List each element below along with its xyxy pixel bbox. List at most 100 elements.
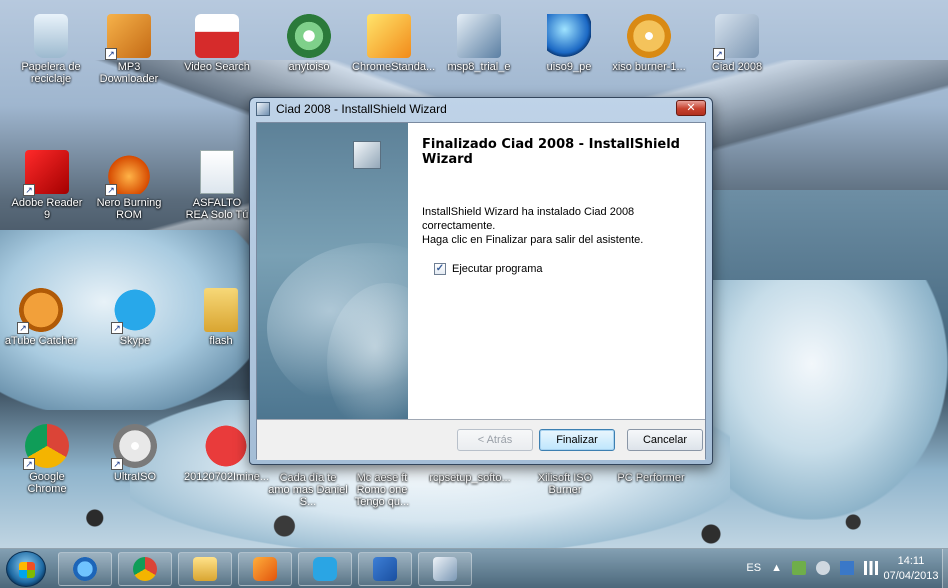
taskbar-word[interactable]	[358, 552, 412, 586]
wizard-content: Finalizado Ciad 2008 - InstallShield Wiz…	[408, 123, 705, 419]
desktop-icon-label: Ciad 2008	[711, 61, 763, 73]
desktop-icon-label: anytoiso	[288, 61, 330, 73]
run-program-option[interactable]: ✓ Ejecutar programa	[434, 263, 543, 275]
shortcut-arrow-icon: ↗	[105, 48, 117, 60]
desktop-icon-label: Skype	[119, 335, 151, 347]
taskbar-internet-explorer[interactable]	[58, 552, 112, 586]
desktop-icon-label: flash	[209, 335, 233, 347]
desktop-icon-google-chrome[interactable]: ↗ Google Chrome	[10, 424, 84, 495]
desktop-icon-label: uiso9_pe	[546, 61, 592, 73]
shortcut-arrow-icon: ↗	[17, 322, 29, 334]
desktop-icon-label: Video Search	[184, 61, 250, 73]
taskbar-clock[interactable]: 14:11 07/04/2013	[882, 554, 940, 584]
installshield-logo-icon	[353, 141, 381, 169]
nero-icon: ↗	[105, 150, 151, 196]
close-button[interactable]: ✕	[676, 100, 706, 116]
start-button[interactable]	[6, 551, 46, 587]
taskbar-media-player[interactable]	[238, 552, 292, 586]
wizard-button-bar: < Atrás Finalizar Cancelar	[257, 420, 705, 460]
desktop-icon-skype[interactable]: ↗ Skype	[98, 288, 172, 347]
desktop-icon-mp3-downloader[interactable]: ↗ MP3 Downloader	[92, 14, 166, 85]
folder-icon	[204, 288, 238, 332]
media-file-icon	[204, 424, 248, 468]
ultraiso-icon: ↗	[111, 424, 157, 470]
installshield-dialog: Ciad 2008 - InstallShield Wizard ✕ Final…	[249, 97, 713, 465]
youtube-icon	[195, 14, 239, 58]
message-line: InstallShield Wizard ha instalado Ciad 2…	[422, 206, 635, 232]
chrome-icon: ↗	[23, 424, 69, 470]
dialog-titlebar[interactable]: Ciad 2008 - InstallShield Wizard ✕	[250, 98, 712, 120]
desktop-icon-recycle-bin[interactable]: Papelera de reciclaje	[14, 14, 88, 85]
shortcut-arrow-icon: ↗	[105, 184, 117, 196]
language-indicator[interactable]: ES	[746, 562, 761, 574]
desktop-icon-nero[interactable]: ↗ Nero Burning ROM	[92, 150, 166, 221]
desktop-icon-atube-catcher[interactable]: ↗ aTube Catcher	[4, 288, 78, 347]
desktop-icon-adobe-reader[interactable]: ↗ Adobe Reader 9	[10, 150, 84, 221]
desktop-icon-label: rcpsetup_softo...	[429, 472, 511, 484]
clock-date: 07/04/2013	[883, 570, 939, 582]
taskbar-explorer[interactable]	[178, 552, 232, 586]
desktop-icon-chromestandalone[interactable]: ChromeStanda...	[352, 14, 436, 73]
cancel-button[interactable]: Cancelar	[627, 429, 703, 451]
desktop-icon-anytoiso[interactable]: anytoiso	[272, 14, 346, 73]
tray-expand-icon[interactable]: ▲	[771, 562, 782, 574]
installer-icon	[256, 102, 270, 116]
installer-icon	[433, 557, 457, 581]
desktop-icon-mc-aese[interactable]: Mc aese ft Romo one Tengo qu...	[346, 472, 418, 508]
shortcut-arrow-icon: ↗	[713, 48, 725, 60]
desktop-icon-label: Cada día te amo mas Daniel S...	[268, 472, 348, 508]
desktop-icon-cada-dia[interactable]: Cada día te amo mas Daniel S...	[268, 472, 348, 508]
desktop-icon-label: UltraISO	[113, 471, 157, 483]
desktop-icon-ultraiso[interactable]: ↗ UltraISO	[98, 424, 172, 483]
action-center-icon[interactable]	[840, 561, 854, 575]
run-program-label: Ejecutar programa	[452, 263, 543, 275]
desktop-icon-msp8-trial[interactable]: msp8_trial_e	[442, 14, 516, 73]
desktop-icon-label: Mc aese ft Romo one Tengo qu...	[354, 472, 410, 508]
desktop-icon-label: Xilisoft ISO Burner	[537, 472, 593, 496]
wizard-heading: Finalizado Ciad 2008 - InstallShield Wiz…	[422, 137, 680, 167]
cd-burner-icon	[627, 14, 671, 58]
desktop-icon-xiso-burner[interactable]: xiso burner-1...	[612, 14, 686, 73]
desktop-icon-rcpsetup[interactable]: rcpsetup_softo...	[420, 472, 520, 484]
handshake-icon: ↗	[713, 14, 759, 60]
wizard-message: InstallShield Wizard ha instalado Ciad 2…	[422, 205, 691, 247]
desktop-icon-label: ASFALTO REA Solo Tú	[185, 197, 249, 221]
taskbar: ES ▲ 14:11 07/04/2013	[0, 548, 948, 588]
desktop-icon-flash[interactable]: flash	[184, 288, 258, 347]
run-program-checkbox[interactable]: ✓	[434, 263, 446, 275]
back-button[interactable]: < Atrás	[457, 429, 533, 451]
desktop-icon-label: Google Chrome	[27, 471, 67, 495]
word-icon	[373, 557, 397, 581]
desktop-icon-label: Nero Burning ROM	[96, 197, 162, 221]
desktop-icon-pc-performer[interactable]: PC Performer	[614, 472, 688, 484]
show-desktop-button[interactable]	[942, 549, 948, 588]
windows-logo-icon	[19, 562, 35, 578]
internet-explorer-icon	[73, 557, 97, 581]
desktop-icon-xilisoft[interactable]: Xilisoft ISO Burner	[528, 472, 602, 496]
desktop-icon-label: Adobe Reader 9	[11, 197, 83, 221]
taskbar-setup[interactable]	[418, 552, 472, 586]
mp3-downloader-icon: ↗	[105, 14, 151, 60]
desktop-icon-label: msp8_trial_e	[447, 61, 511, 73]
shortcut-arrow-icon: ↗	[111, 458, 123, 470]
desktop-icon-video-search[interactable]: Video Search	[180, 14, 254, 73]
shortcut-arrow-icon: ↗	[111, 322, 123, 334]
shortcut-arrow-icon: ↗	[23, 184, 35, 196]
folder-icon	[193, 557, 217, 581]
shortcut-arrow-icon: ↗	[23, 458, 35, 470]
desktop-icon-label: ChromeStanda...	[352, 61, 436, 73]
skype-icon: ↗	[111, 288, 157, 334]
network-device-icon[interactable]	[792, 561, 806, 575]
skype-icon	[313, 557, 337, 581]
recycle-bin-icon	[34, 14, 68, 58]
desktop-icon-uiso9[interactable]: uiso9_pe	[532, 14, 606, 73]
signal-icon[interactable]	[864, 561, 878, 575]
taskbar-skype[interactable]	[298, 552, 352, 586]
desktop-icon-asfalto[interactable]: ASFALTO REA Solo Tú	[180, 150, 254, 221]
desktop-icon-label: aTube Catcher	[4, 335, 78, 347]
desktop-icon-ciad-2008[interactable]: ↗ Ciad 2008	[700, 14, 774, 73]
dialog-client: Finalizado Ciad 2008 - InstallShield Wiz…	[256, 122, 706, 460]
volume-icon[interactable]	[816, 561, 830, 575]
finish-button[interactable]: Finalizar	[539, 429, 615, 451]
taskbar-chrome[interactable]	[118, 552, 172, 586]
